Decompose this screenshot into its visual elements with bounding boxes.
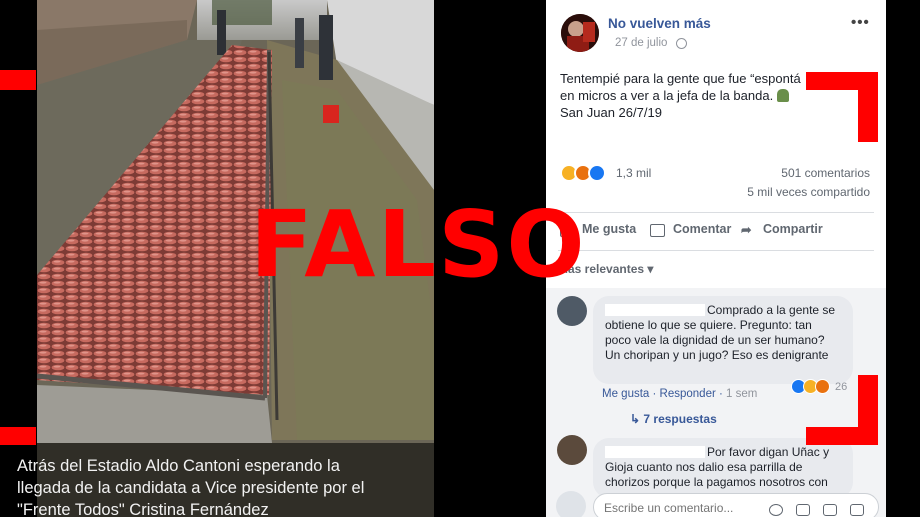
photo-caption: Atrás del Estadio Aldo Cantoni esperando… bbox=[17, 457, 365, 517]
commenter-name-redacted[interactable] bbox=[605, 446, 705, 458]
comment-actions: Me gusta · Responder · 1 sem bbox=[602, 388, 758, 400]
more-options-icon[interactable]: ••• bbox=[851, 14, 870, 31]
comment-time[interactable]: 1 sem bbox=[726, 388, 757, 400]
comment-bubble: Por favor digan Uñac y Gioja cuanto nos … bbox=[593, 438, 853, 498]
screenshot-root: Atrás del Estadio Aldo Cantoni esperando… bbox=[0, 0, 920, 517]
avatar-image bbox=[561, 14, 599, 52]
share-button[interactable]: Compartir bbox=[763, 222, 823, 236]
red-bracket-left-bottom bbox=[0, 427, 36, 445]
comment-composer[interactable] bbox=[593, 493, 879, 517]
comment-input[interactable] bbox=[604, 501, 774, 515]
red-bracket-top-right-v bbox=[858, 72, 878, 142]
divider bbox=[558, 212, 874, 213]
replies-count: 7 respuestas bbox=[643, 412, 717, 426]
post-text-line-2: en micros a ver a la jefa de la banda. bbox=[560, 88, 777, 103]
like-reaction-icon bbox=[588, 164, 606, 182]
post-text-line-2-wrap: en micros a ver a la jefa de la banda. bbox=[560, 87, 805, 104]
comment-angry-reaction-icon bbox=[815, 379, 830, 394]
divider bbox=[558, 250, 874, 251]
comment-reply-link[interactable]: Responder bbox=[660, 388, 716, 400]
sticker-icon[interactable] bbox=[850, 504, 864, 516]
commenter-avatar[interactable] bbox=[557, 435, 587, 465]
comments-count-link[interactable]: 501 comentarios bbox=[781, 166, 870, 180]
globe-icon bbox=[676, 38, 687, 49]
page-avatar[interactable] bbox=[561, 14, 599, 52]
post-text-line-1: Tentempié para la gente que fue “espontá bbox=[560, 71, 801, 86]
gif-icon[interactable] bbox=[823, 504, 837, 516]
post-text: Tentempié para la gente que fue “espontá… bbox=[560, 70, 805, 121]
view-replies-link[interactable]: ↳ 7 respuestas bbox=[630, 412, 717, 426]
person-emoji-icon bbox=[776, 89, 789, 102]
shares-count-link[interactable]: 5 mil veces compartido bbox=[747, 185, 870, 199]
falso-stamp: FALSO bbox=[250, 191, 587, 298]
composer-avatar bbox=[556, 491, 586, 517]
emoji-icon[interactable] bbox=[769, 504, 783, 516]
red-bracket-bottom-right-h bbox=[806, 427, 878, 445]
comment-reaction-count[interactable]: 26 bbox=[835, 381, 847, 393]
comment-like-link[interactable]: Me gusta bbox=[602, 388, 649, 400]
like-button[interactable]: Me gusta bbox=[582, 222, 636, 236]
comment-button[interactable]: Comentar bbox=[673, 222, 731, 236]
commenter-avatar[interactable] bbox=[557, 296, 587, 326]
post-text-line-3: San Juan 26/7/19 bbox=[560, 105, 662, 120]
comment-bubble: Comprado a la gente se obtiene lo que se… bbox=[593, 296, 853, 384]
camera-icon[interactable] bbox=[796, 504, 810, 516]
reaction-count[interactable]: 1,3 mil bbox=[616, 166, 651, 180]
page-name-link[interactable]: No vuelven más bbox=[608, 16, 711, 31]
share-arrow-icon: ➦ bbox=[741, 223, 752, 237]
comment-icon bbox=[650, 224, 665, 237]
red-bracket-left-top bbox=[0, 70, 36, 90]
commenter-name-redacted[interactable] bbox=[605, 304, 705, 316]
post-date[interactable]: 27 de julio bbox=[615, 37, 667, 49]
